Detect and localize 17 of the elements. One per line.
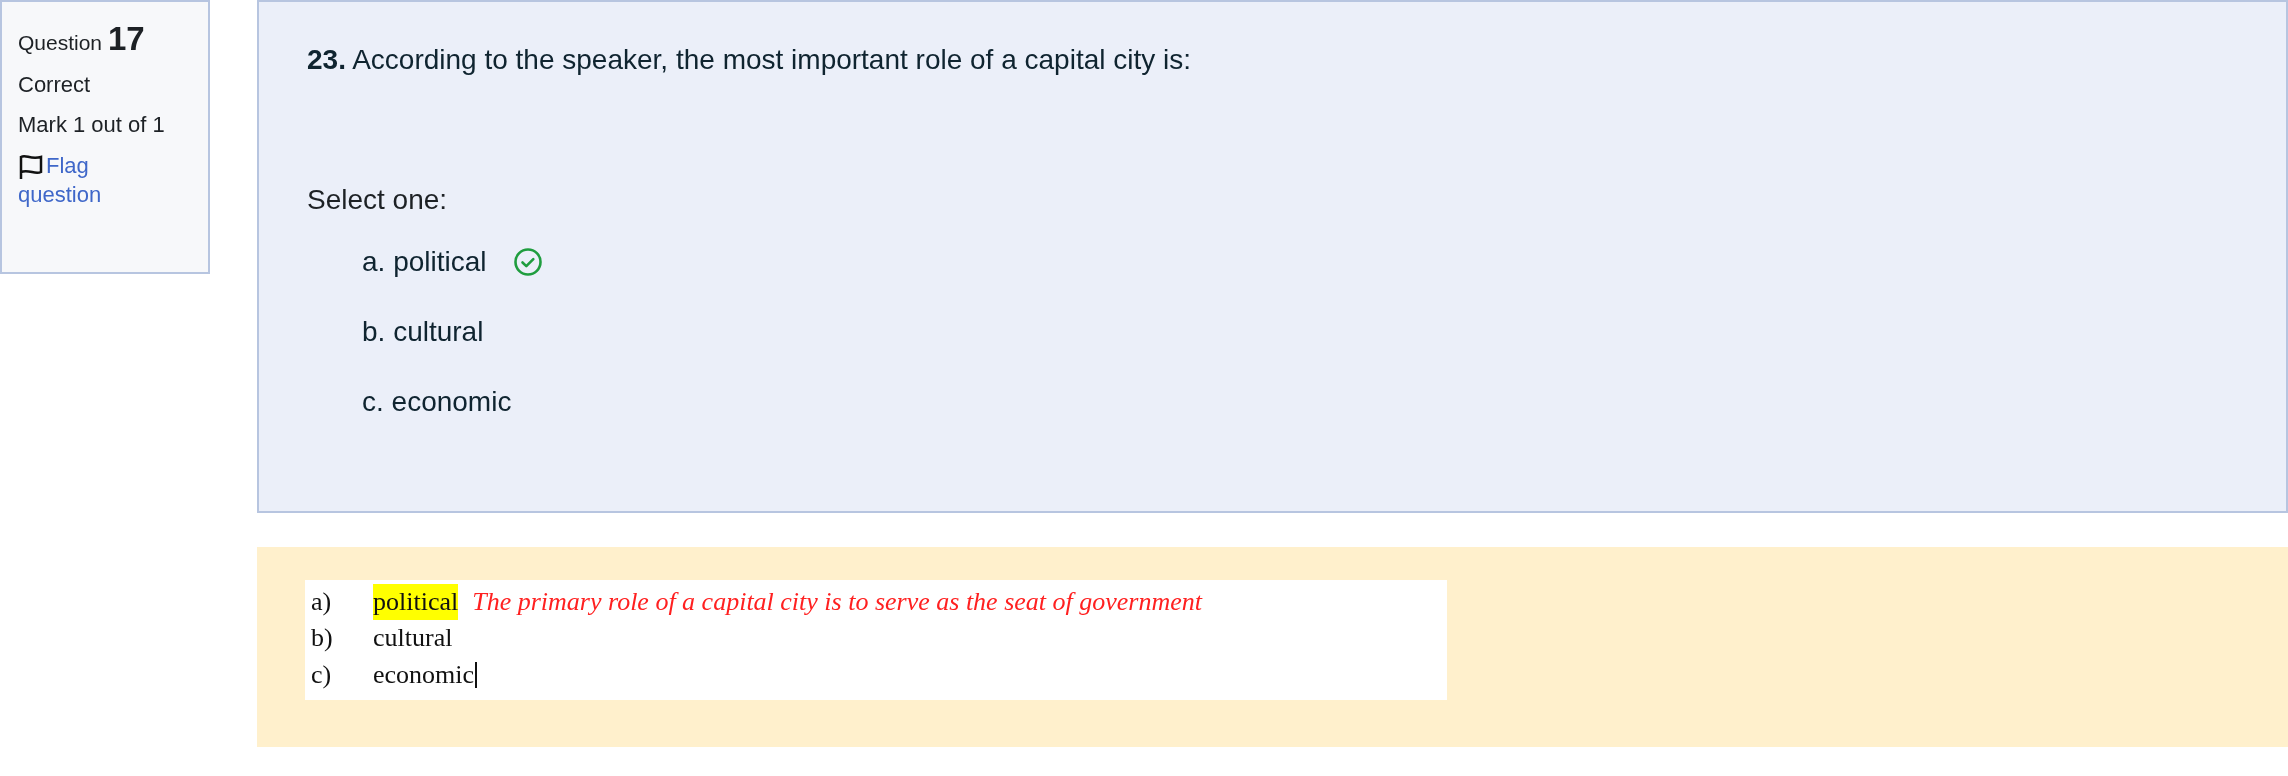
- answer-option[interactable]: b. cultural: [362, 316, 484, 348]
- question-mark: Mark 1 out of 1: [18, 112, 166, 138]
- answer-option[interactable]: c. economic: [362, 386, 512, 418]
- answer-text: political: [373, 584, 459, 621]
- question-text: 23. According to the speaker, the most important role of a capital city is:: [307, 44, 1193, 76]
- list-marker: b): [310, 622, 334, 655]
- flag-icon: [18, 152, 44, 181]
- explanation-text: The primary role of a capital city is to serve as the seat of government: [472, 586, 1202, 618]
- flag-question-link[interactable]: Flag question: [18, 152, 192, 210]
- answer-text: cultural: [373, 622, 453, 655]
- select-prompt: Select one:: [307, 184, 449, 216]
- answer-option[interactable]: a. political: [362, 246, 487, 278]
- question-number: Question 17: [18, 20, 146, 58]
- question-state: Correct: [18, 72, 92, 98]
- list-marker: a): [310, 586, 333, 618]
- answer-text: economic: [373, 658, 475, 691]
- list-marker: c): [310, 658, 333, 691]
